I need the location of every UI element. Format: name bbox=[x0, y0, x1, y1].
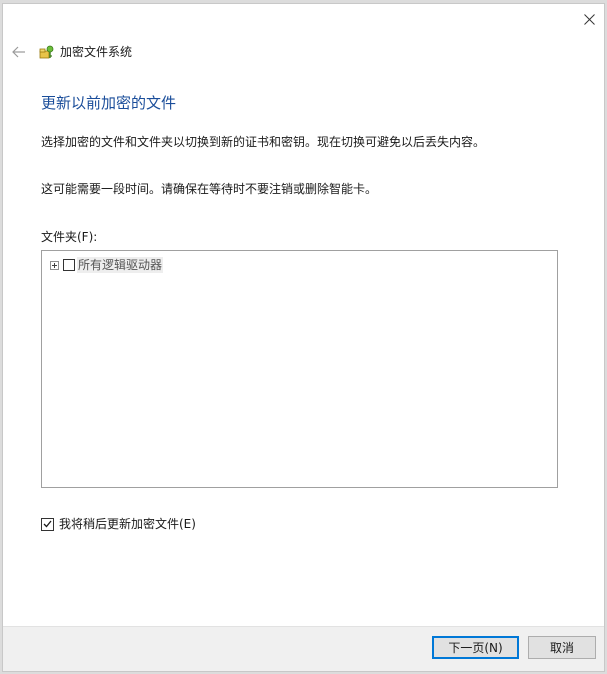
button-bar: 下一页(N) 取消 bbox=[3, 626, 604, 671]
tree-item-label: 所有逻辑驱动器 bbox=[77, 257, 164, 273]
expand-plus-icon[interactable] bbox=[50, 260, 59, 270]
update-later-label: 我将稍后更新加密文件(E) bbox=[59, 517, 196, 531]
efs-wizard-window: 加密文件系统 更新以前加密的文件 选择加密的文件和文件夹以切换到新的证书和密钥。… bbox=[2, 3, 605, 672]
update-later-checkbox[interactable] bbox=[41, 517, 54, 531]
page-heading: 更新以前加密的文件 bbox=[41, 94, 177, 112]
back-arrow-icon bbox=[12, 46, 25, 58]
close-button[interactable] bbox=[580, 10, 598, 28]
description-text-2: 这可能需要一段时间。请确保在等待时不要注销或删除智能卡。 bbox=[41, 182, 378, 196]
back-button[interactable] bbox=[11, 44, 27, 60]
tree-item-checkbox[interactable] bbox=[63, 259, 75, 271]
close-icon bbox=[583, 13, 595, 25]
cancel-button[interactable]: 取消 bbox=[528, 636, 596, 659]
description-text-1: 选择加密的文件和文件夹以切换到新的证书和密钥。现在切换可避免以后丢失内容。 bbox=[41, 135, 486, 149]
checkmark-icon bbox=[43, 520, 52, 528]
folder-tree[interactable]: 所有逻辑驱动器 bbox=[41, 250, 558, 488]
folders-label: 文件夹(F): bbox=[41, 230, 98, 244]
next-button[interactable]: 下一页(N) bbox=[432, 636, 519, 659]
tree-item-all-drives[interactable]: 所有逻辑驱动器 bbox=[50, 257, 164, 273]
efs-key-icon bbox=[39, 45, 54, 59]
update-later-option[interactable]: 我将稍后更新加密文件(E) bbox=[41, 515, 196, 533]
window-title: 加密文件系统 bbox=[60, 45, 133, 59]
